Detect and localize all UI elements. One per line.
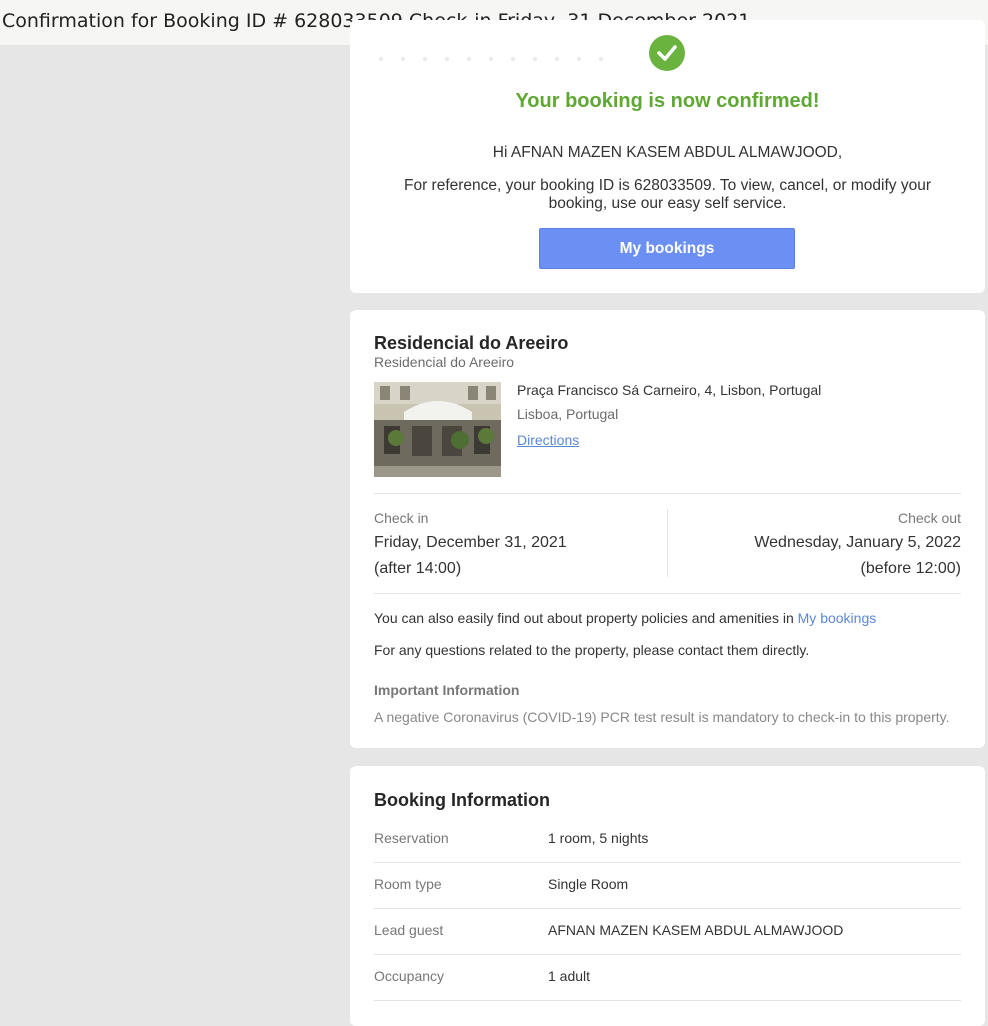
confirmation-card: Your booking is now confirmed! Hi AFNAN … <box>350 20 985 293</box>
my-bookings-button[interactable]: My bookings <box>539 228 795 269</box>
check-in-time: (after 14:00) <box>374 560 462 577</box>
property-subtitle: Residencial do Areeiro <box>374 354 515 370</box>
greeting-text: Hi AFNAN MAZEN KASEM ABDUL ALMAWJOOD, <box>492 144 843 161</box>
left-pane <box>0 46 350 1000</box>
divider <box>374 593 961 594</box>
check-out-date: Wednesday, January 5, 2022 <box>754 534 961 551</box>
booking-info-card: Booking Information Reservation 1 room, … <box>350 766 985 1026</box>
divider-vertical <box>667 509 668 577</box>
confirmation-heading: Your booking is now confirmed! <box>515 90 820 112</box>
check-in-label: Check in <box>374 510 429 526</box>
property-address: Praça Francisco Sá Carneiro, 4, Lisbon, … <box>517 382 822 398</box>
info-row-value: 1 adult <box>548 968 591 984</box>
check-out-time: (before 12:00) <box>860 560 961 577</box>
info-row-label: Reservation <box>374 830 449 846</box>
contact-text: For any questions related to the propert… <box>374 642 810 658</box>
property-photo <box>374 382 501 477</box>
info-row-label: Lead guest <box>374 922 444 938</box>
checkmark-circle-icon <box>649 35 685 71</box>
property-name: Residencial do Areeiro <box>374 333 569 353</box>
info-row-lead-guest: Lead guest AFNAN MAZEN KASEM ABDUL ALMAW… <box>374 922 961 968</box>
booking-reference-text: For reference, your booking ID is 628033… <box>404 177 931 212</box>
decorative-dots <box>370 56 620 62</box>
divider <box>374 954 961 955</box>
info-row-occupancy: Occupancy 1 adult <box>374 968 961 1014</box>
info-row-label: Room type <box>374 876 442 892</box>
check-out-label: Check out <box>897 510 961 526</box>
my-bookings-link[interactable]: My bookings <box>798 610 877 626</box>
info-row-reservation: Reservation 1 room, 5 nights <box>374 830 961 876</box>
divider <box>374 908 961 909</box>
info-row-room-type: Room type Single Room <box>374 876 961 922</box>
info-row-value: AFNAN MAZEN KASEM ABDUL ALMAWJOOD <box>548 922 844 938</box>
property-city: Lisboa, Portugal <box>517 406 619 422</box>
policy-text-body: You can also easily find out about prope… <box>374 610 794 626</box>
divider <box>374 493 961 494</box>
property-card: Residencial do Areeiro Residencial do Ar… <box>350 310 985 748</box>
info-row-value: 1 room, 5 nights <box>548 830 649 846</box>
divider <box>374 1000 961 1001</box>
booking-info-heading: Booking Information <box>374 790 550 810</box>
info-row-label: Occupancy <box>374 968 445 984</box>
divider <box>374 862 961 863</box>
important-info-text: A negative Coronavirus (COVID-19) PCR te… <box>374 709 950 725</box>
policy-text: You can also easily find out about prope… <box>374 610 876 626</box>
check-in-date: Friday, December 31, 2021 <box>374 534 567 551</box>
important-info-heading: Important Information <box>374 682 520 698</box>
info-row-value: Single Room <box>548 876 629 892</box>
directions-link[interactable]: Directions <box>517 432 579 448</box>
